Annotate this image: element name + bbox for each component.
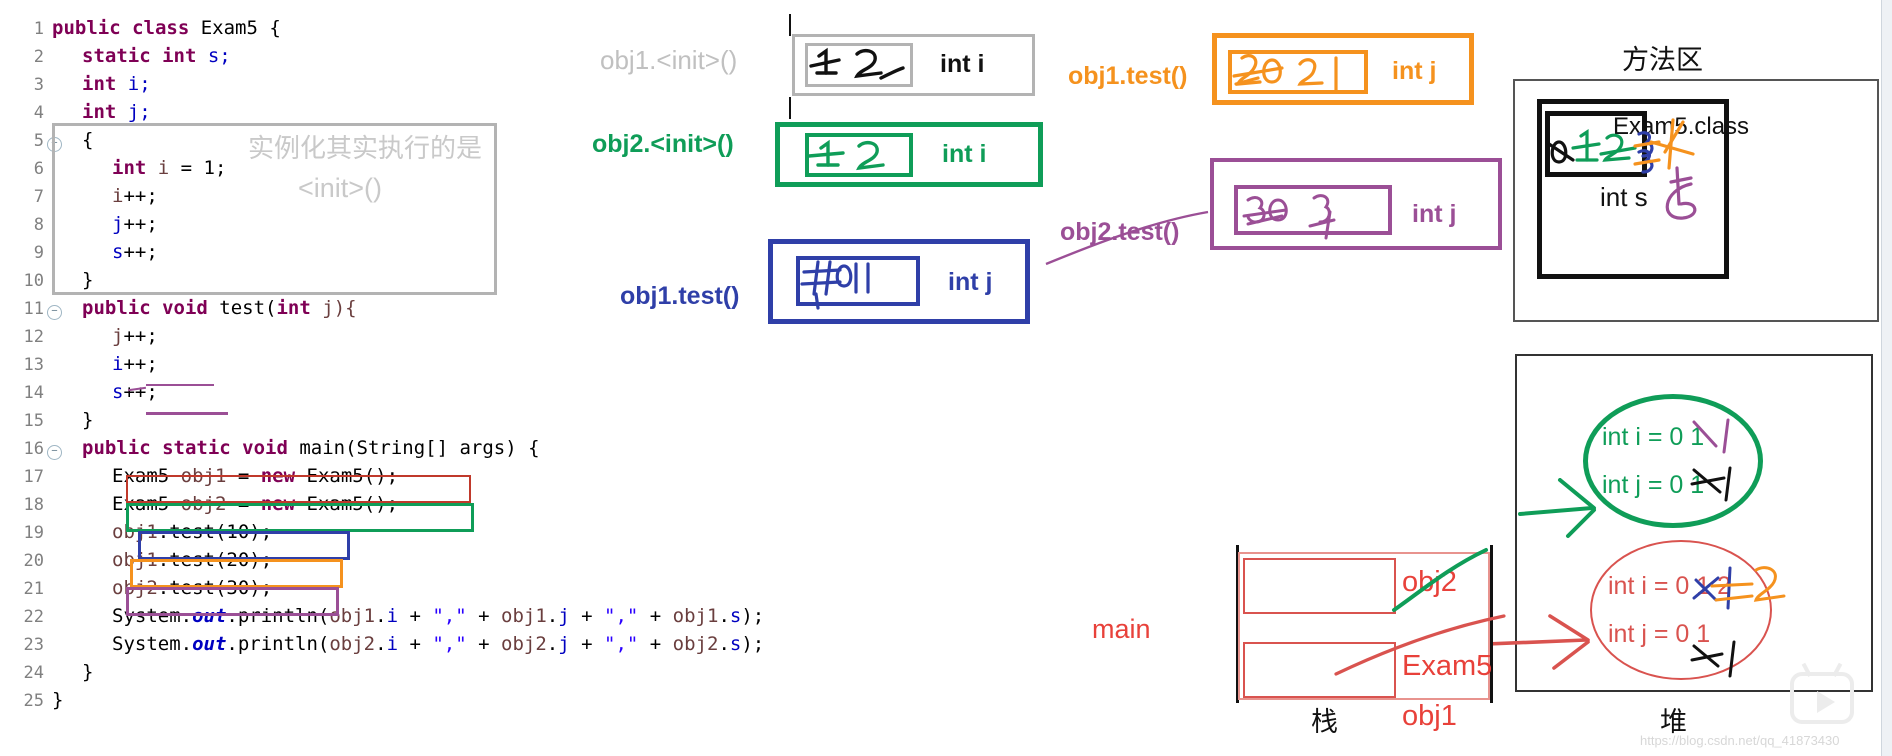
- method-area-class-name: Exam5.class: [1613, 113, 1750, 140]
- heap-obj2-field-j: int j = 0 1: [1602, 471, 1705, 499]
- slot-obj2-test-purple-j: [1234, 185, 1392, 235]
- ghost-note-init: <init>(): [298, 173, 383, 203]
- line-number-10: 10: [23, 271, 44, 291]
- tick-grey-top: [789, 14, 791, 36]
- slot-obj1-test-blue-j: [796, 256, 920, 306]
- code-line-12[interactable]: j++;: [112, 325, 158, 347]
- line-number-5: 5: [33, 131, 44, 151]
- code-line-25[interactable]: }: [52, 689, 63, 711]
- label-obj1-test-orange: obj1.test(): [1068, 62, 1188, 90]
- heap-obj1-field-j: int j = 0 1: [1608, 620, 1711, 648]
- line-number-7: 7: [33, 187, 44, 207]
- line-number-17: 17: [23, 467, 44, 487]
- stack-slot-obj1-type-label: Exam5: [1402, 650, 1493, 682]
- code-line-13[interactable]: i++;: [112, 353, 158, 375]
- code-line-16[interactable]: public static void main(String[] args) {: [82, 437, 540, 459]
- tick-grey-bottom: [789, 97, 791, 119]
- stack-frame-main-label: main: [1092, 614, 1151, 644]
- fold-toggle-line-16[interactable]: −: [47, 445, 62, 460]
- line-number-4: 4: [33, 103, 44, 123]
- ghost-note-chinese: 实例化其实执行的是: [248, 134, 483, 164]
- typelabel-obj1-test-blue-j: int j: [948, 268, 993, 296]
- pen-mark-s-over: [146, 384, 214, 386]
- label-obj2-test-purple: obj2.test(): [1060, 218, 1180, 246]
- line-number-13: 13: [23, 355, 44, 375]
- heap-obj2-field-i: int i = 0 1: [1602, 423, 1705, 451]
- label-obj2-init: obj2.<init>(): [592, 130, 734, 158]
- code-line-4[interactable]: int j;: [82, 101, 151, 123]
- method-area-static-field-label: int s: [1600, 182, 1648, 212]
- line-number-12: 12: [23, 327, 44, 347]
- code-line-15[interactable]: }: [82, 409, 93, 431]
- screenshot-root: 1 2 3 4 5−6 7 8 9 10 11−12 13 14 15 16−17 18 19 20 21 22 23…: [0, 0, 1892, 756]
- line-number-11: 11: [23, 299, 44, 319]
- stack-slot-obj1-label: obj1: [1402, 700, 1457, 732]
- code-line-3[interactable]: int i;: [82, 73, 151, 95]
- line-number-19: 19: [23, 523, 44, 543]
- slot-obj1-test-orange-j: [1228, 50, 1368, 94]
- line-number-22: 22: [23, 607, 44, 627]
- line-number-6: 6: [33, 159, 44, 179]
- stack-slot-obj2-label: obj2: [1402, 566, 1457, 598]
- heap-obj1-field-i: int i = 0 1 2: [1608, 572, 1731, 600]
- line-number-8: 8: [33, 215, 44, 235]
- code-line-1[interactable]: public class Exam5 {: [52, 17, 281, 39]
- stack-title: 栈: [1311, 707, 1338, 738]
- line-number-25: 25: [23, 691, 44, 711]
- highlight-box-obj1-new: [126, 475, 471, 503]
- line-number-23: 23: [23, 635, 44, 655]
- highlight-box-obj1-test-20: [130, 559, 343, 588]
- line-number-24: 24: [23, 663, 44, 683]
- line-number-2: 2: [33, 47, 44, 67]
- code-line-24[interactable]: }: [82, 661, 93, 683]
- code-line-23[interactable]: System.out.println(obj2.i + "," + obj2.j…: [112, 633, 764, 655]
- typelabel-obj2-init-i: int i: [942, 140, 987, 168]
- label-obj1-test-blue: obj1.test(): [620, 282, 740, 310]
- right-scroll-edge[interactable]: [1881, 0, 1892, 756]
- pen-underline-s-increment: [146, 412, 228, 415]
- line-number-3: 3: [33, 75, 44, 95]
- line-number-1: 1: [33, 19, 44, 39]
- watermark-text: https://blog.csdn.net/qq_41873430: [1640, 733, 1840, 748]
- method-area-title: 方法区: [1622, 45, 1703, 76]
- line-number-16: 16: [23, 439, 44, 459]
- fold-toggle-line-11[interactable]: −: [47, 305, 62, 320]
- line-number-20: 20: [23, 551, 44, 571]
- heap-object-obj1: [1590, 540, 1772, 680]
- line-number-18: 18: [23, 495, 44, 515]
- stack-slot-obj1: [1243, 642, 1396, 698]
- typelabel-obj1-test-orange-j: int j: [1392, 57, 1437, 85]
- highlight-box-obj2-new: [126, 503, 474, 532]
- label-obj1-init: obj1.<init>(): [600, 45, 738, 75]
- code-line-11[interactable]: public void test(int j){: [82, 297, 357, 319]
- line-number-14: 14: [23, 383, 44, 403]
- slot-obj1-init-i: [805, 43, 913, 87]
- highlight-box-obj2-test-30: [126, 587, 339, 616]
- line-number-21: 21: [23, 579, 44, 599]
- typelabel-obj1-init-i: int i: [940, 50, 985, 78]
- play-logo-icon: [1790, 672, 1854, 724]
- heap-object-obj2: [1583, 394, 1763, 528]
- typelabel-obj2-test-purple-j: int j: [1412, 200, 1457, 228]
- code-editor[interactable]: 1 2 3 4 5−6 7 8 9 10 11−12 13 14 15 16−17 18 19 20 21 22 23…: [0, 0, 980, 756]
- code-line-2[interactable]: static int s;: [82, 45, 231, 67]
- stack-slot-obj2: [1243, 558, 1396, 614]
- line-number-15: 15: [23, 411, 44, 431]
- highlight-box-obj1-test-10: [138, 531, 350, 560]
- slot-obj2-init-i: [805, 133, 913, 177]
- line-number-9: 9: [33, 243, 44, 263]
